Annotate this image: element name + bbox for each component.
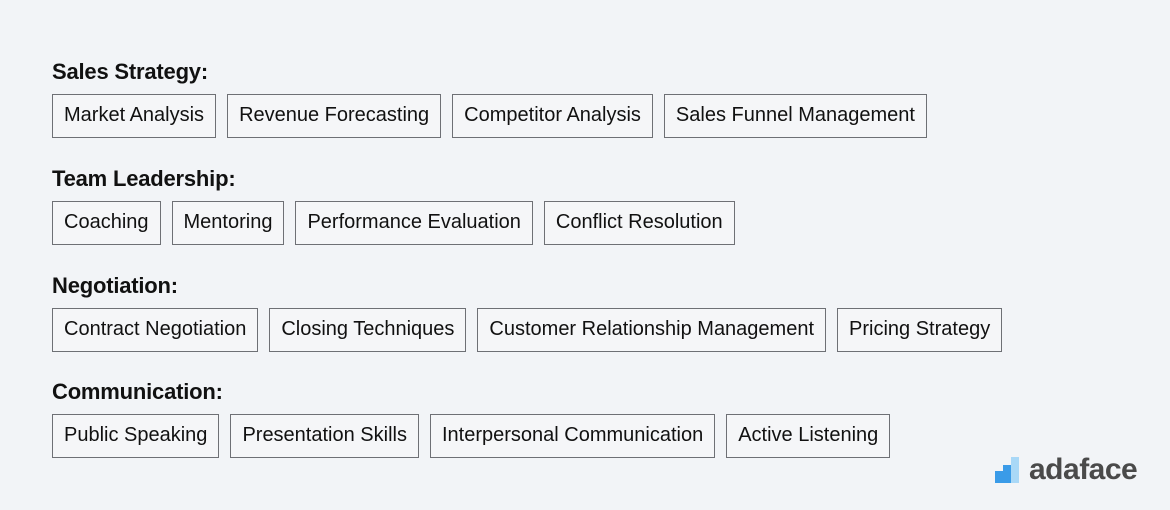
skill-chip[interactable]: Customer Relationship Management bbox=[477, 308, 827, 352]
skill-chip[interactable]: Contract Negotiation bbox=[52, 308, 259, 352]
skill-chip[interactable]: Mentoring bbox=[171, 201, 285, 245]
skill-chip[interactable]: Performance Evaluation bbox=[295, 201, 533, 245]
section-negotiation: Negotiation: Contract Negotiation Closin… bbox=[52, 272, 1003, 352]
skill-chip-list: Coaching Mentoring Performance Evaluatio… bbox=[52, 201, 735, 245]
bar-steps-icon bbox=[995, 457, 1019, 483]
skill-chip[interactable]: Competitor Analysis bbox=[452, 94, 653, 138]
skill-chip-list: Public Speaking Presentation Skills Inte… bbox=[52, 414, 891, 458]
section-team-leadership: Team Leadership: Coaching Mentoring Perf… bbox=[52, 165, 735, 245]
section-sales-strategy: Sales Strategy: Market Analysis Revenue … bbox=[52, 58, 927, 138]
skill-chip[interactable]: Active Listening bbox=[726, 414, 891, 458]
section-communication: Communication: Public Speaking Presentat… bbox=[52, 378, 891, 458]
skill-chip[interactable]: Market Analysis bbox=[52, 94, 217, 138]
logo-text: adaface bbox=[1029, 453, 1138, 486]
skill-chip[interactable]: Pricing Strategy bbox=[837, 308, 1003, 352]
skill-chip[interactable]: Sales Funnel Management bbox=[663, 94, 927, 138]
skill-chip[interactable]: Revenue Forecasting bbox=[227, 94, 442, 138]
section-heading: Communication: bbox=[52, 379, 223, 404]
section-heading: Team Leadership: bbox=[52, 166, 236, 191]
skill-chip-list: Contract Negotiation Closing Techniques … bbox=[52, 308, 1003, 352]
adaface-logo: adaface bbox=[995, 453, 1138, 487]
skill-chip[interactable]: Closing Techniques bbox=[269, 308, 467, 352]
section-heading: Negotiation: bbox=[52, 273, 178, 298]
skill-chip[interactable]: Public Speaking bbox=[52, 414, 220, 458]
skill-chip-list: Market Analysis Revenue Forecasting Comp… bbox=[52, 94, 927, 138]
skill-chip[interactable]: Interpersonal Communication bbox=[429, 414, 716, 458]
skill-chip[interactable]: Coaching bbox=[52, 201, 161, 245]
section-heading: Sales Strategy: bbox=[52, 59, 208, 84]
skill-chip[interactable]: Presentation Skills bbox=[230, 414, 419, 458]
skill-chip[interactable]: Conflict Resolution bbox=[543, 201, 735, 245]
